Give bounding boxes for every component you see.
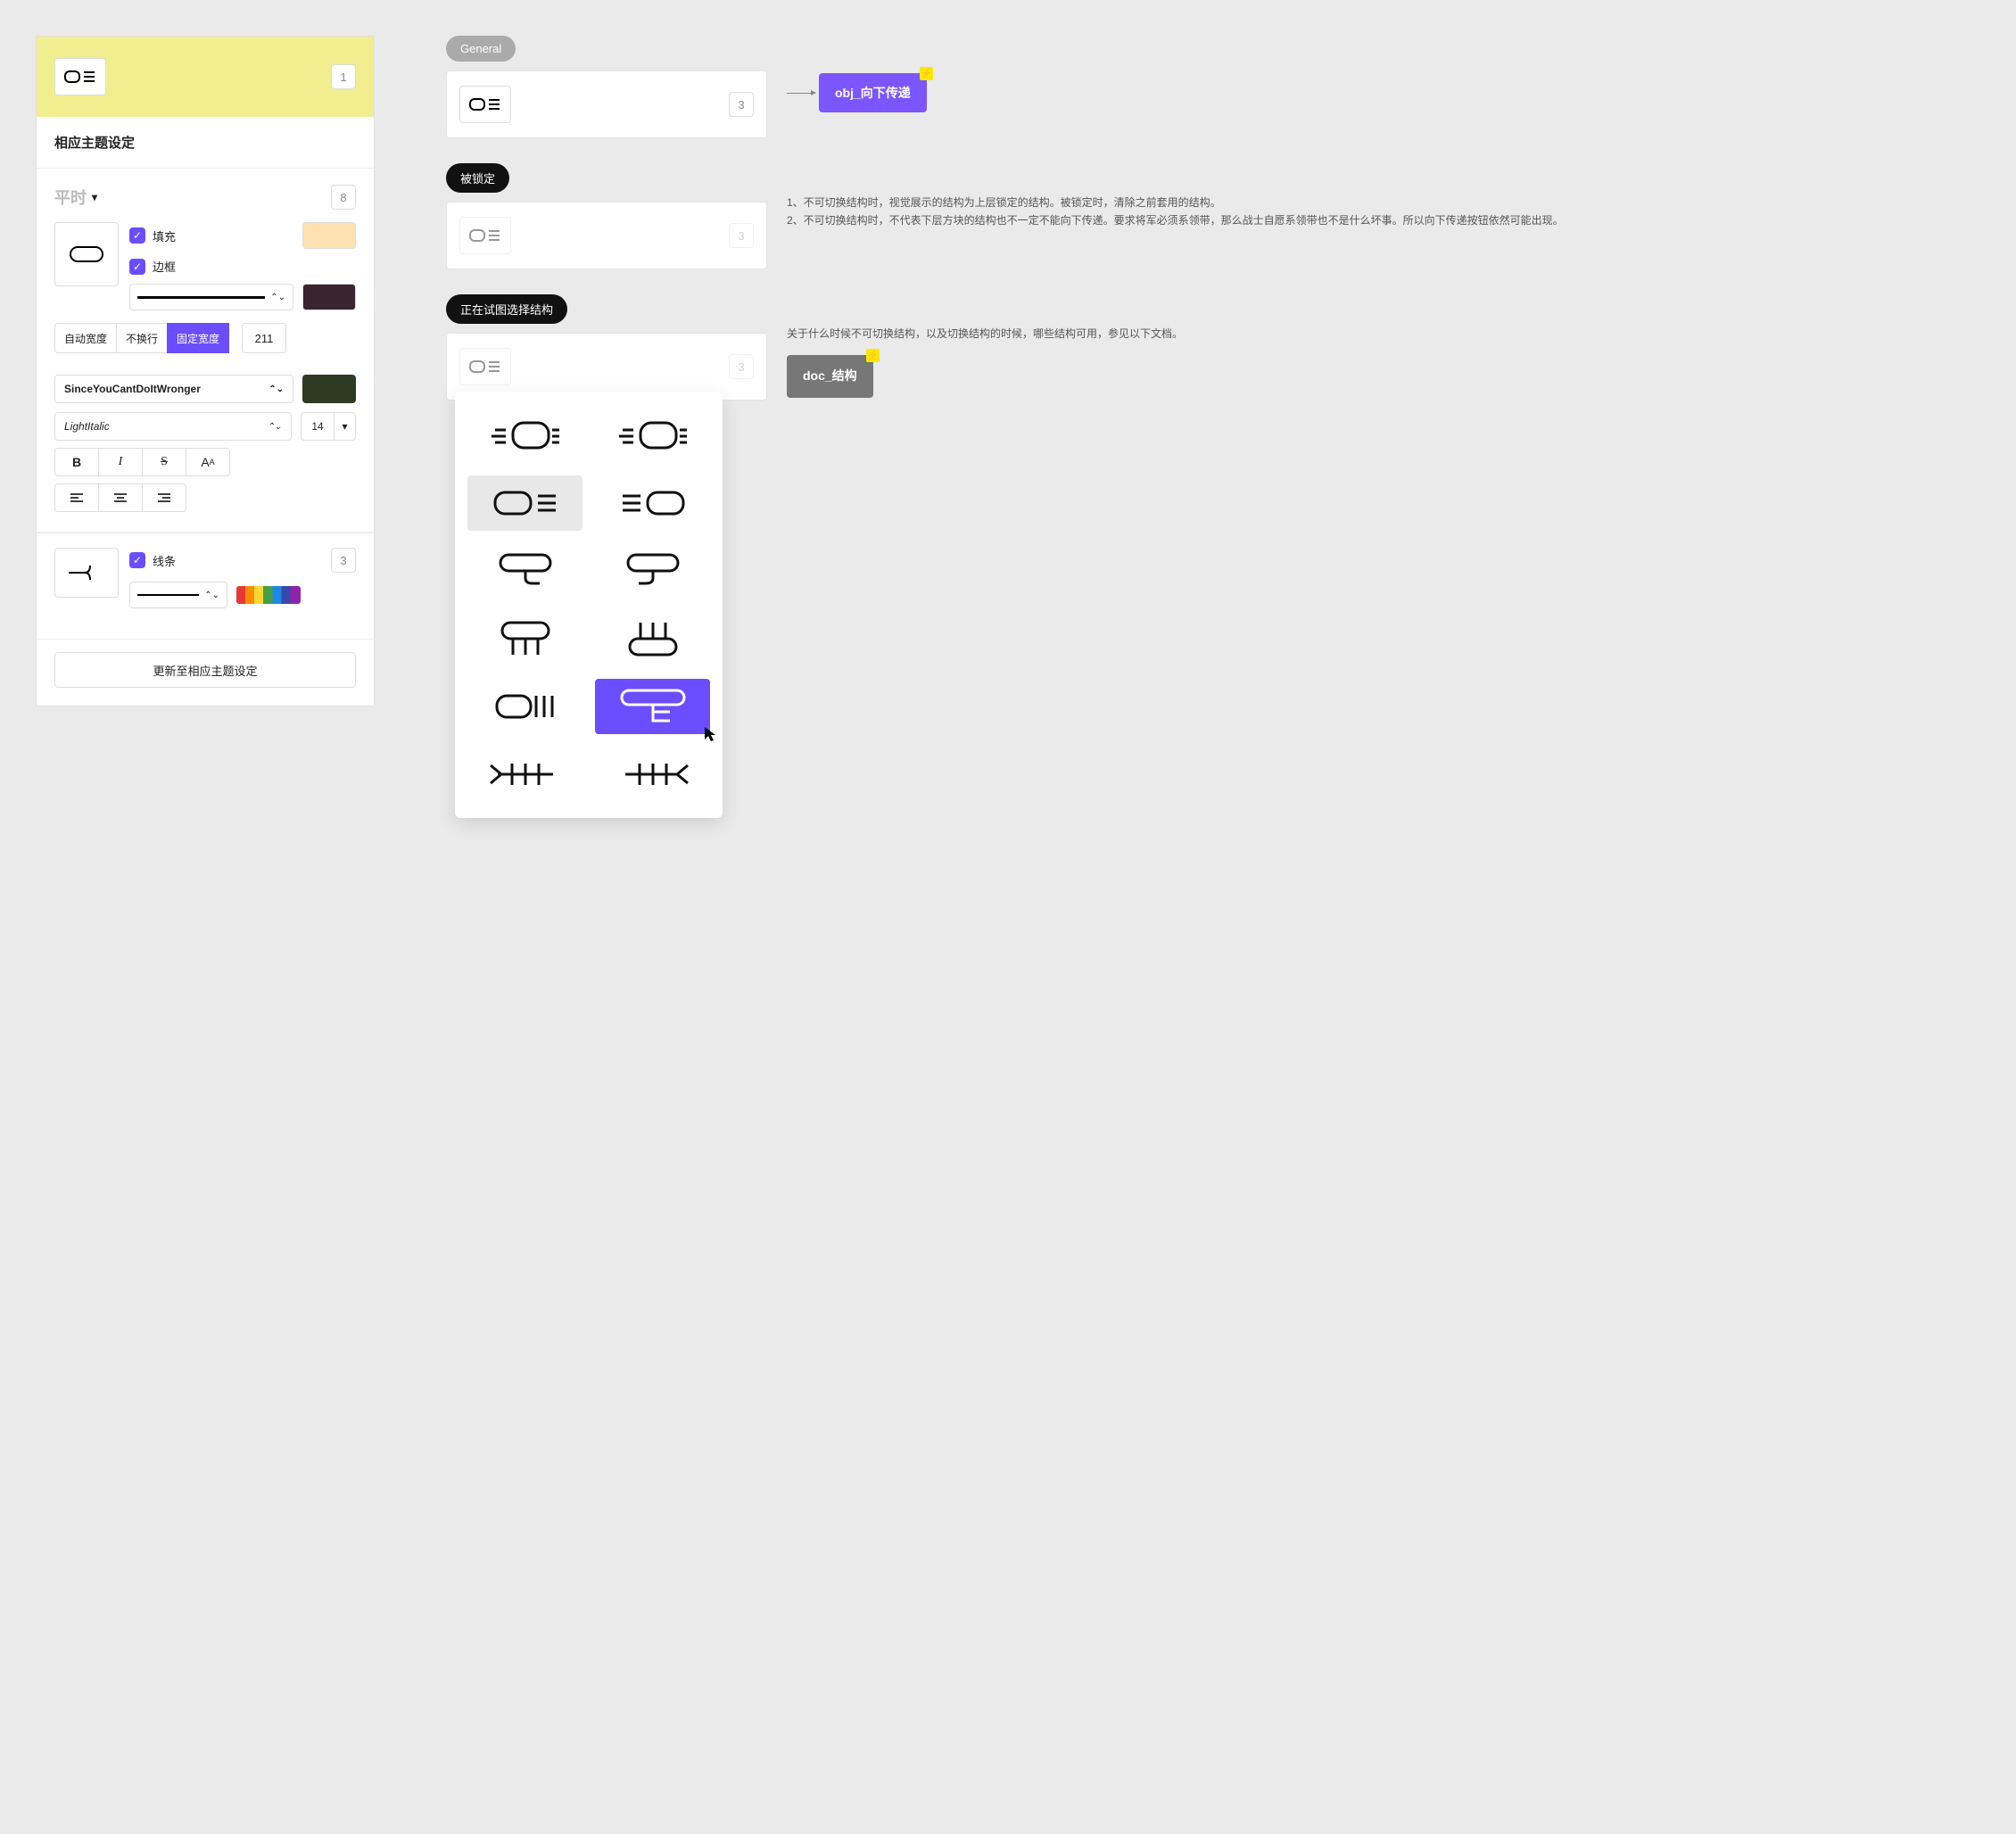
structure-popover [455,392,723,818]
chevron-down-icon: ▾ [92,191,97,203]
shape-preview [54,222,119,286]
structure-button-active[interactable] [459,348,511,385]
fill-checkbox[interactable]: ✓ [129,227,145,244]
update-theme-button[interactable]: 更新至相应主题设定 [54,652,356,688]
structure-count-badge: 1 [331,64,356,89]
caret-icon: ⌃⌄ [270,293,285,302]
arrow-icon [787,93,815,94]
struct-opt-1[interactable] [467,408,582,463]
line-badge: 3 [331,548,356,573]
line-section: ✓ 线条 3 ⌃⌄ [37,533,374,623]
line-color-rainbow[interactable] [236,586,301,604]
caret-icon: ⌃⌄ [204,591,219,600]
font-size-stepper[interactable]: ▾ [335,412,356,441]
struct-opt-12[interactable] [595,747,710,802]
general-badge: 3 [729,92,754,117]
structure-display[interactable] [54,58,106,95]
selecting-card: 3 [446,333,767,401]
width-auto-button[interactable]: 自动宽度 [54,323,117,353]
width-fixed-button[interactable]: 固定宽度 [167,323,229,353]
struct-opt-2[interactable] [595,408,710,463]
shape-left-right-icon [64,68,96,86]
border-label: 边框 [153,258,176,275]
caret-icon: ⌃⌄ [267,422,282,432]
tag-label: obj_向下传递 [835,86,911,100]
border-checkbox[interactable]: ✓ [129,259,145,275]
selected-structure-row: 1 [37,37,374,117]
text-size-button[interactable]: AA [186,448,230,476]
obj-pass-down-tag[interactable]: obj_向下传递 ⚡ [819,73,927,112]
section-title: 相应主题设定 [37,117,374,169]
fill-border-row: ✓ 填充 ✓ 边框 ⌃⌄ [37,210,374,310]
state-badge: 8 [331,185,356,210]
border-color-swatch[interactable] [302,284,356,310]
struct-opt-8[interactable] [595,611,710,666]
connector-preview [54,548,119,598]
struct-opt-6[interactable] [595,543,710,599]
selecting-badge: 3 [729,354,754,379]
struct-opt-9[interactable] [467,679,582,734]
line-style-select[interactable]: ⌃⌄ [129,582,227,608]
bolt-icon: ⚡ [866,349,880,362]
theme-settings-panel: 1 相应主题设定 平时 ▾ 8 ✓ 填充 ✓ 边框 [36,36,375,706]
tag-label: doc_结构 [803,368,857,383]
scenario-locked: 被锁定 3 1、不可切换结构时，视觉展示的结构为上层锁定的结构。被锁定时，清除之… [446,163,1980,269]
width-nowrap-button[interactable]: 不换行 [116,323,168,353]
scenario-general: General 3 obj_向下传递 ⚡ [446,36,1980,138]
struct-opt-3[interactable] [467,475,582,531]
width-value-input[interactable]: 211 [242,323,286,353]
caret-icon: ⌃⌄ [269,384,284,394]
structure-button[interactable] [459,86,511,123]
font-family-select[interactable]: SinceYouCantDoItWronger ⌃⌄ [54,375,293,403]
structure-button-disabled [459,217,511,254]
doc-structure-tag[interactable]: doc_结构 ⚡ [787,355,873,398]
bolt-icon: ⚡ [920,67,933,80]
width-mode-row: 自动宽度 不换行 固定宽度 211 [37,310,374,357]
selecting-pill: 正在试图选择结构 [446,294,567,324]
font-style-select[interactable]: LightItalic ⌃⌄ [54,412,292,441]
font-style-value: LightItalic [64,420,110,433]
locked-note: 1、不可切换结构时，视觉展示的结构为上层锁定的结构。被锁定时，清除之前套用的结构… [787,163,1980,230]
state-label-text: 平时 [54,186,87,209]
text-style-row: B I S AA [37,441,374,476]
scenario-selecting: 正在试图选择结构 3 [446,294,1980,401]
struct-opt-10[interactable] [595,679,710,734]
selecting-note-wrap: 关于什么时候不可切换结构，以及切换结构的时候，哪些结构可用，参见以下文档。 do… [787,294,1980,398]
state-header: 平时 ▾ 8 [37,169,374,210]
bold-button[interactable]: B [54,448,99,476]
struct-opt-5[interactable] [467,543,582,599]
general-card: 3 [446,70,767,138]
state-selector[interactable]: 平时 ▾ [54,186,97,209]
locked-card: 3 [446,202,767,269]
line-checkbox[interactable]: ✓ [129,552,145,568]
align-row [37,476,374,516]
border-style-select[interactable]: ⌃⌄ [129,284,293,310]
align-left-button[interactable] [54,483,99,512]
struct-opt-4[interactable] [595,475,710,531]
fill-color-swatch[interactable] [302,222,356,249]
fill-label: 填充 [153,227,176,244]
italic-button[interactable]: I [98,448,143,476]
font-family-value: SinceYouCantDoItWronger [64,383,201,395]
struct-opt-7[interactable] [467,611,582,666]
general-pill: General [446,36,516,62]
strikethrough-button[interactable]: S [142,448,186,476]
locked-pill: 被锁定 [446,163,509,193]
selecting-note: 关于什么时候不可切换结构，以及切换结构的时候，哪些结构可用，参见以下文档。 [787,325,1980,343]
align-right-button[interactable] [142,483,186,512]
font-style-row: LightItalic ⌃⌄ 14 ▾ [37,403,374,441]
struct-opt-11[interactable] [467,747,582,802]
font-size-input[interactable]: 14 [301,412,335,441]
align-center-button[interactable] [98,483,143,512]
font-color-swatch[interactable] [302,375,356,403]
locked-badge: 3 [729,223,754,248]
cursor-icon [703,725,717,743]
line-label: 线条 [153,552,176,569]
